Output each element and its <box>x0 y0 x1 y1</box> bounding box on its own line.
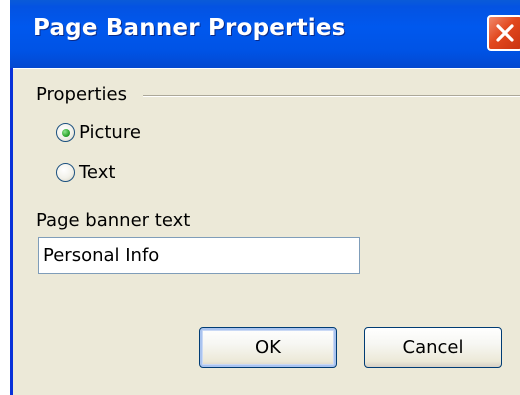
dialog-window: Page Banner Properties Properties Pictur… <box>10 0 520 395</box>
radio-picture-label[interactable]: Picture <box>79 122 141 143</box>
banner-text-input[interactable] <box>38 237 360 274</box>
ok-button[interactable]: OK <box>199 327 337 368</box>
cancel-button[interactable]: Cancel <box>364 327 502 368</box>
window-title: Page Banner Properties <box>33 15 346 41</box>
radio-selected-dot <box>62 128 70 137</box>
radio-text-label[interactable]: Text <box>79 162 115 183</box>
close-button[interactable] <box>487 15 520 51</box>
radio-text[interactable] <box>56 162 75 182</box>
radio-option-text[interactable]: Text <box>56 159 115 185</box>
properties-group-label: Properties <box>36 84 127 105</box>
title-bar-divider <box>13 68 520 69</box>
close-icon <box>496 24 514 42</box>
radio-picture[interactable] <box>56 122 75 142</box>
radio-option-picture[interactable]: Picture <box>56 119 141 145</box>
title-bar[interactable]: Page Banner Properties <box>10 0 520 68</box>
group-divider <box>143 95 520 97</box>
banner-text-label: Page banner text <box>36 210 191 231</box>
